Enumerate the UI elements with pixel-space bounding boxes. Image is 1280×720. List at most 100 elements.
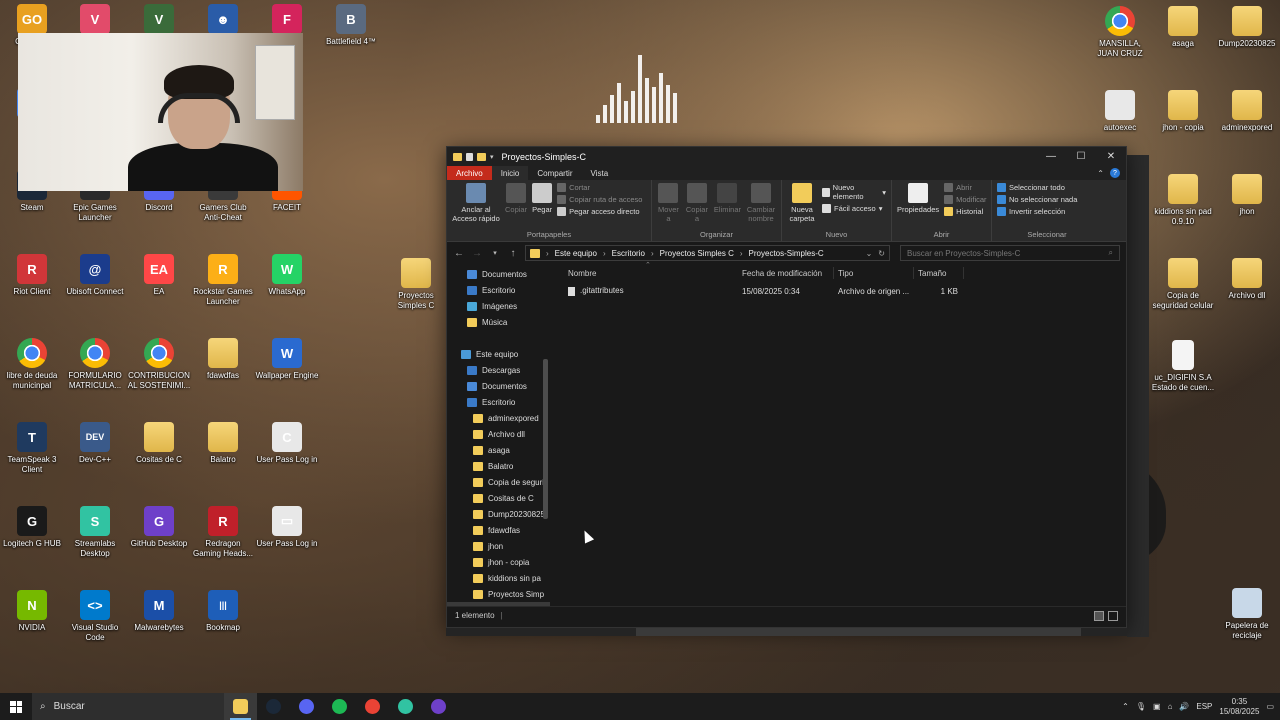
up-arrow-icon[interactable]: ↑: [507, 248, 519, 259]
file-list-pane[interactable]: ⌃ Nombre Fecha de modificación Tipo Tama…: [550, 262, 1126, 606]
breadcrumb-este-equipo[interactable]: Este equipo: [555, 249, 597, 258]
nav-item[interactable]: Proyectos Simp: [447, 586, 550, 602]
file-row[interactable]: .gitattributes 15/08/2025 0:34 Archivo de …: [550, 282, 1126, 300]
desktop-icon[interactable]: R Riot Client: [0, 254, 64, 297]
tab-vista[interactable]: Vista: [582, 166, 618, 180]
tab-inicio[interactable]: Inicio: [491, 166, 529, 180]
desktop-icon[interactable]: libre de deuda municinpal: [0, 338, 64, 390]
desktop-icon[interactable]: Copia de seguridad celular: [1151, 258, 1215, 310]
desktop-icon[interactable]: MANSILLA, JUAN CRUZ: [1088, 6, 1152, 58]
desktop-icon[interactable]: asaga: [1151, 6, 1215, 49]
copy-button[interactable]: Copiar: [505, 183, 527, 215]
desktop-icon[interactable]: DEV Dev-C++: [63, 422, 127, 465]
desktop-icon[interactable]: adminexpored: [1215, 90, 1279, 133]
taskbar-spotify[interactable]: [323, 693, 356, 720]
forward-arrow-icon[interactable]: →: [471, 248, 483, 259]
move-to-button[interactable]: Mover a: [657, 183, 680, 223]
search-input[interactable]: Buscar en Proyectos-Simples-C ⌕: [900, 245, 1120, 261]
properties-button[interactable]: Propiedades: [897, 183, 939, 215]
nav-item[interactable]: jhon - copia: [447, 554, 550, 570]
nav-item[interactable]: Escritorio: [447, 282, 550, 298]
nav-item[interactable]: Dump20230825: [447, 506, 550, 522]
clock[interactable]: 0:35 15/08/2025: [1219, 697, 1259, 717]
help-icon[interactable]: ?: [1110, 168, 1120, 178]
column-date[interactable]: Fecha de modificación: [738, 267, 834, 279]
breadcrumb-proyectos-simples[interactable]: Proyectos Simples C: [660, 249, 734, 258]
title-bar[interactable]: ▾ Proyectos-Simples-C — ☐ ✕: [447, 147, 1126, 166]
tab-archivo[interactable]: Archivo: [447, 166, 492, 180]
chevron-up-icon[interactable]: ⌃: [1122, 702, 1129, 711]
desktop-icon[interactable]: jhon: [1215, 174, 1279, 217]
nav-item[interactable]: Copia de seguri: [447, 474, 550, 490]
desktop-icon[interactable]: CONTRIBUCION AL SOSTENIMI...: [127, 338, 191, 390]
recent-chevron-icon[interactable]: ▾: [489, 249, 501, 257]
chevron-up-icon[interactable]: ⌃: [1097, 169, 1104, 178]
nav-item[interactable]: kiddions sin pa: [447, 570, 550, 586]
nav-item[interactable]: Descargas: [447, 362, 550, 378]
nav-item[interactable]: Este equipo: [447, 346, 550, 362]
desktop-icon[interactable]: Cositas de C: [127, 422, 191, 465]
desktop-icon[interactable]: R Redragon Gaming Heads...: [191, 506, 255, 558]
new-item-button[interactable]: Nuevo elemento ▾: [822, 183, 886, 201]
desktop-icon[interactable]: @ Ubisoft Connect: [63, 254, 127, 297]
desktop-icon[interactable]: G GitHub Desktop: [127, 506, 191, 549]
minimize-button[interactable]: —: [1036, 147, 1066, 166]
volume-icon[interactable]: 🔊: [1179, 702, 1189, 711]
breadcrumb-escritorio[interactable]: Escritorio: [612, 249, 645, 258]
nav-item[interactable]: asaga: [447, 442, 550, 458]
desktop-icon[interactable]: B Battlefield 4™: [319, 4, 383, 47]
nav-item[interactable]: fdawdfas: [447, 522, 550, 538]
desktop-icon[interactable]: Archivo dll: [1215, 258, 1279, 301]
column-size[interactable]: Tamaño: [914, 267, 964, 279]
desktop-icon[interactable]: Dump20230825: [1215, 6, 1279, 49]
desktop-icon[interactable]: autoexec: [1088, 90, 1152, 133]
large-icons-view-icon[interactable]: [1108, 610, 1118, 621]
breadcrumb-current[interactable]: Proyectos-Simples-C: [749, 249, 824, 258]
desktop-icon[interactable]: S Streamlabs Desktop: [63, 506, 127, 558]
desktop-icon[interactable]: T TeamSpeak 3 Client: [0, 422, 64, 474]
refresh-icon[interactable]: ↻: [878, 249, 885, 258]
navigation-pane[interactable]: Documentos Escritorio Imágenes Música Este e…: [447, 264, 550, 606]
paste-button[interactable]: Pegar: [532, 183, 552, 215]
desktop-icon[interactable]: R Rockstar Games Launcher: [191, 254, 255, 306]
nav-item[interactable]: jhon: [447, 538, 550, 554]
horizontal-scrollbar[interactable]: [446, 628, 1127, 636]
desktop-icon[interactable]: Proyectos Simples C: [384, 258, 448, 310]
maximize-button[interactable]: ☐: [1066, 147, 1096, 166]
back-arrow-icon[interactable]: ←: [453, 248, 465, 259]
nav-item[interactable]: Cositas de C: [447, 490, 550, 506]
column-name[interactable]: Nombre: [564, 267, 738, 279]
language-indicator[interactable]: ESP: [1196, 702, 1212, 711]
desktop-icon[interactable]: W Wallpaper Engine: [255, 338, 319, 381]
taskbar-discord[interactable]: [290, 693, 323, 720]
properties-icon[interactable]: [466, 152, 473, 161]
taskbar-steam[interactable]: [257, 693, 290, 720]
nav-item[interactable]: Documentos: [447, 378, 550, 394]
chevron-down-icon[interactable]: ▾: [490, 153, 494, 161]
desktop-icon[interactable]: fdawdfas: [191, 338, 255, 381]
taskbar-streamlabs[interactable]: [389, 693, 422, 720]
ime-icon[interactable]: ▣: [1153, 702, 1161, 711]
desktop-icon[interactable]: ▭ User Pass Log in: [255, 506, 319, 549]
new-folder-icon[interactable]: [477, 152, 486, 161]
taskbar-chrome[interactable]: [356, 693, 389, 720]
new-folder-button[interactable]: Nueva carpeta: [787, 183, 817, 223]
nav-item[interactable]: Proyectos-Sin: [447, 602, 550, 606]
dropdown-chevron-icon[interactable]: ⌄: [866, 249, 873, 258]
history-button[interactable]: Historial: [944, 207, 986, 216]
desktop-icon[interactable]: <> Visual Studio Code: [63, 590, 127, 642]
desktop-icon[interactable]: W WhatsApp: [255, 254, 319, 297]
start-button[interactable]: [0, 693, 32, 720]
network-icon[interactable]: ⌂: [1168, 702, 1173, 711]
column-type[interactable]: Tipo: [834, 267, 914, 279]
pin-quick-access-button[interactable]: Anclar al Acceso rápido: [452, 183, 500, 223]
paste-shortcut-button[interactable]: Pegar acceso directo: [557, 207, 642, 216]
select-all-button[interactable]: Seleccionar todo: [997, 183, 1077, 192]
nav-item[interactable]: Archivo dll: [447, 426, 550, 442]
desktop-icon[interactable]: C User Pass Log in: [255, 422, 319, 465]
tab-compartir[interactable]: Compartir: [528, 166, 581, 180]
desktop-icon[interactable]: EA EA: [127, 254, 191, 297]
file-explorer-window[interactable]: ▾ Proyectos-Simples-C — ☐ ✕ Archivo Inic…: [446, 146, 1127, 628]
copy-to-button[interactable]: Copiar a: [685, 183, 709, 223]
invert-selection-button[interactable]: Invertir selección: [997, 207, 1077, 216]
